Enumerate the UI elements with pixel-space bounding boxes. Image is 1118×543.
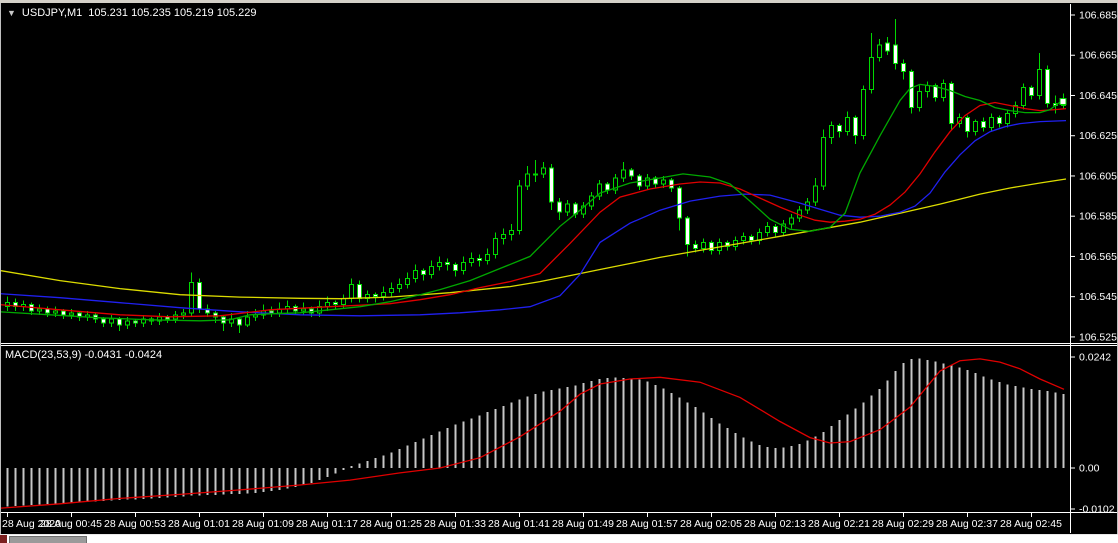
time-axis-label: 28 Aug 01:33 [424, 518, 486, 530]
price-axis-label: 106.605 [1079, 170, 1117, 182]
symbol-title-bar[interactable]: ▼ USDJPY,M1 105.231 105.235 105.219 105.… [7, 7, 256, 19]
macd-axis-label: 0.00 [1079, 463, 1100, 475]
window-top-border [0, 0, 1118, 3]
time-axis-label: 28 Aug 01:09 [232, 518, 294, 530]
time-axis-label: 28 Aug 02:29 [872, 518, 934, 530]
time-axis-label: 28 Aug 01:17 [296, 518, 358, 530]
chart-window: 106.685 106.665 106.645 106.625 106.605 106.5… [0, 0, 1118, 543]
time-axis-label: 28 Aug 01:25 [360, 518, 422, 530]
time-axis-label: 28 Aug 02:21 [808, 518, 870, 530]
time-axis-label: 28 Aug 01:41 [488, 518, 550, 530]
time-axis-label: 28 Aug 02:37 [936, 518, 998, 530]
symbol-dropdown-icon[interactable]: ▼ [7, 8, 16, 19]
price-axis-label: 106.645 [1079, 90, 1117, 102]
time-axis-label: 28 Aug 01:01 [168, 518, 230, 530]
time-axis-label: 28 Aug 01:57 [616, 518, 678, 530]
price-axis-label: 106.625 [1079, 130, 1117, 142]
scrollbar-corner-mark [0, 535, 7, 543]
time-axis-label: 28 Aug 00:45 [40, 518, 102, 530]
chart-canvas[interactable]: 106.685 106.665 106.645 106.625 106.605 106.5… [0, 0, 1118, 543]
quote-values: 105.231 105.235 105.219 105.229 [88, 7, 256, 19]
price-axis-label: 106.525 [1079, 331, 1117, 343]
macd-axis-label: -0.0102 [1079, 504, 1115, 516]
price-axis-label: 106.545 [1079, 291, 1117, 303]
time-axis-label: 28 Aug 01:49 [552, 518, 614, 530]
symbol-label: USDJPY,M1 [22, 7, 82, 19]
time-axis-label: 28 Aug 00:53 [104, 518, 166, 530]
price-axis-label: 106.665 [1079, 50, 1117, 62]
last-price-marker [1060, 99, 1066, 105]
macd-indicator-label: MACD(23,53,9) -0.0431 -0.0424 [5, 349, 162, 361]
scrollbar-thumb[interactable] [9, 536, 87, 543]
time-axis-label: 28 Aug 02:45 [1000, 518, 1062, 530]
macd-axis-label: 0.0242 [1079, 352, 1111, 364]
price-axis-label: 106.585 [1079, 211, 1117, 223]
horizontal-scrollbar[interactable] [0, 534, 1118, 543]
price-axis-label: 106.685 [1079, 10, 1117, 22]
time-axis-label: 28 Aug 02:05 [680, 518, 742, 530]
time-axis-label: 28 Aug 02:13 [744, 518, 806, 530]
price-axis-label: 106.565 [1079, 251, 1117, 263]
window-left-border [0, 3, 1, 534]
